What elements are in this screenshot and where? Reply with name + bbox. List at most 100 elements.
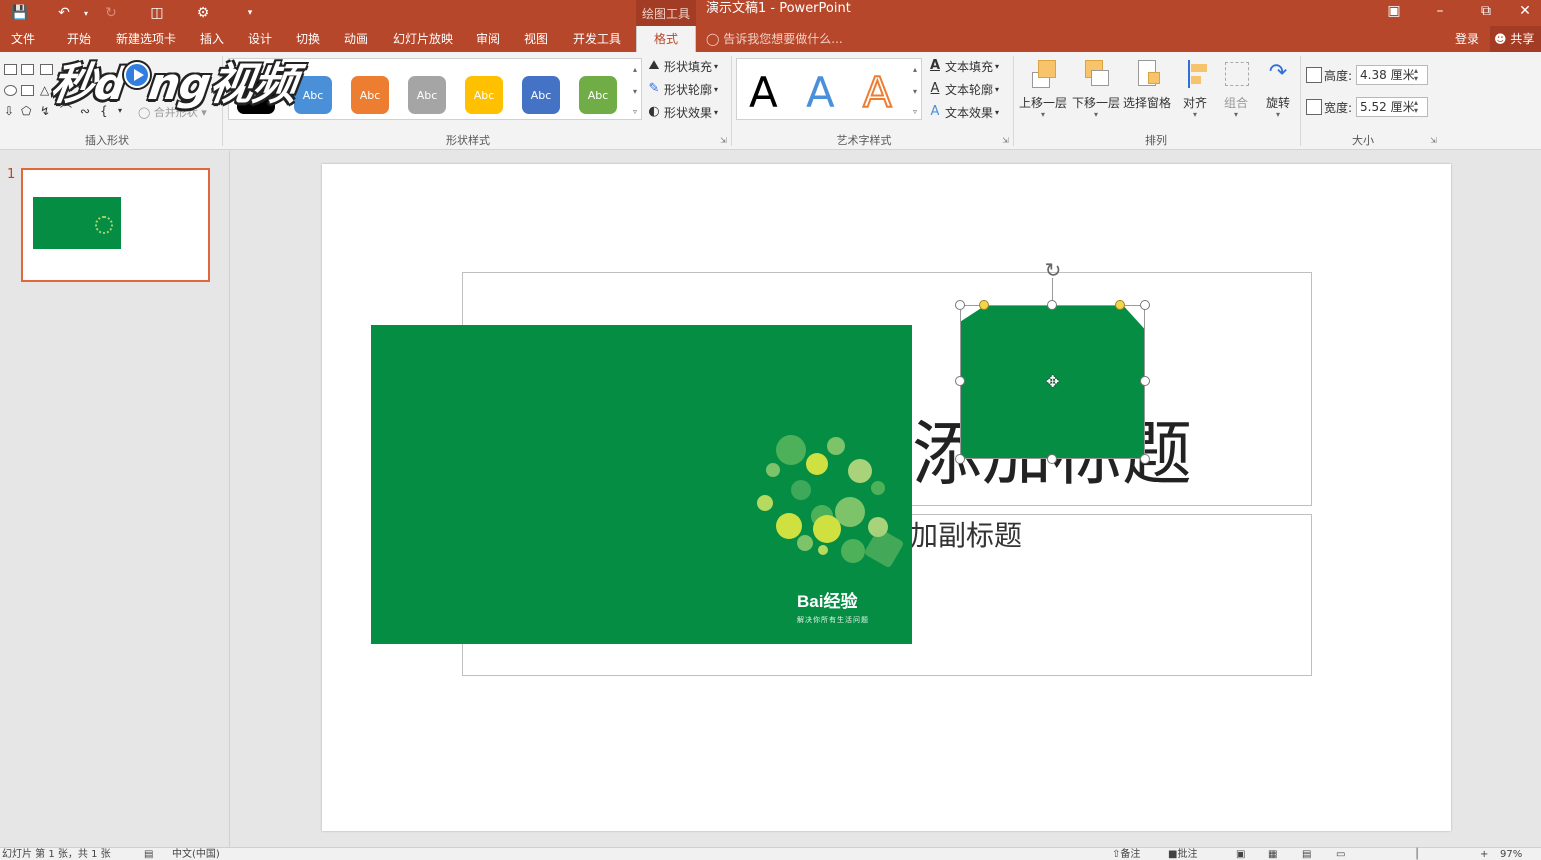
wordart-blue[interactable]: A	[806, 69, 835, 117]
text-effects-button[interactable]: A 文本效果 ▾	[927, 102, 999, 122]
resize-handle-bl[interactable]	[955, 454, 965, 464]
present-icon[interactable]: ◫	[143, 0, 171, 26]
customize-icon[interactable]: ⚙	[189, 0, 217, 26]
zoom-in-icon[interactable]: +	[1480, 848, 1488, 860]
wordart-black[interactable]: A	[749, 69, 778, 117]
restore-icon[interactable]: ⧉	[1463, 0, 1509, 22]
resize-handle-r[interactable]	[1140, 376, 1150, 386]
rotate-button[interactable]: ↷ 旋转 ▾	[1253, 58, 1303, 119]
pentagon-shape-icon[interactable]: ⬠	[21, 105, 34, 117]
notes-button[interactable]: ⇧ 备注	[1112, 848, 1140, 860]
arrow-down-shape-icon[interactable]: ⇩	[4, 105, 17, 117]
text-fill-button[interactable]: A 文本填充 ▾	[927, 56, 999, 76]
resize-handle-t[interactable]	[1047, 300, 1057, 310]
resize-handle-tl[interactable]	[955, 300, 965, 310]
send-backward-button[interactable]: 下移一层 ▾	[1071, 58, 1121, 119]
undo-dropdown-icon[interactable]: ▾	[72, 0, 100, 26]
spellcheck-icon[interactable]: ▤	[144, 848, 153, 860]
dropdown-icon: ▾	[995, 107, 1000, 117]
text-outline-button[interactable]: A 文本轮廓 ▾	[927, 79, 999, 99]
bring-forward-button[interactable]: 上移一层 ▾	[1018, 58, 1068, 119]
shape-outline-button[interactable]: ✎ 形状轮廓 ▾	[646, 79, 718, 99]
ribbon-options-icon[interactable]: ▣	[1371, 0, 1417, 22]
oval-shape-icon[interactable]	[4, 85, 17, 96]
resize-handle-br[interactable]	[1140, 454, 1150, 464]
gallery-down-icon[interactable]: ▾	[629, 87, 641, 96]
height-spinner-icon[interactable]: ▴ ▾	[1414, 67, 1424, 83]
gallery-more-icon[interactable]: ▿	[629, 107, 641, 116]
style-swatch-blue[interactable]: Abc	[294, 76, 332, 114]
share-button[interactable]: ☻ 共享	[1490, 26, 1541, 52]
rect-shape-icon[interactable]	[4, 64, 17, 75]
resize-handle-tr[interactable]	[1140, 300, 1150, 310]
slideshow-view-icon[interactable]: ▭	[1336, 848, 1345, 860]
brand-logo-text: Bai经验	[797, 592, 858, 611]
redo-icon[interactable]: ↻	[97, 0, 125, 26]
tab-slideshow[interactable]: 幻灯片放映	[386, 26, 460, 52]
reading-view-icon[interactable]: ▤	[1302, 848, 1311, 860]
slide-thumbnail[interactable]	[21, 168, 210, 282]
rotate-icon: ↷	[1268, 60, 1288, 85]
style-swatch-green[interactable]: Abc	[579, 76, 617, 114]
height-icon	[1306, 67, 1322, 83]
lightbulb-icon: ◯	[706, 32, 720, 46]
tab-review[interactable]: 审阅	[468, 26, 508, 52]
adjust-handle-right[interactable]	[1115, 300, 1125, 310]
zoom-level[interactable]: 97%	[1500, 848, 1522, 860]
resize-handle-l[interactable]	[955, 376, 965, 386]
arrange-group-label: 排列	[1145, 134, 1167, 147]
text-effects-icon: A	[930, 104, 940, 119]
textbox-shape-icon[interactable]	[21, 64, 34, 75]
size-launcher-icon[interactable]: ⇲	[1430, 136, 1437, 145]
selection-pane-button[interactable]: 选择窗格	[1122, 58, 1172, 111]
tab-view[interactable]: 视图	[516, 26, 556, 52]
subtitle-text[interactable]: 加副标题	[910, 514, 1022, 554]
adjust-handle-left[interactable]	[979, 300, 989, 310]
style-swatch-orange[interactable]: Abc	[351, 76, 389, 114]
tab-file[interactable]: 文件	[0, 26, 46, 52]
wordart-down-icon[interactable]: ▾	[909, 87, 921, 96]
wordart-gallery[interactable]: A A A ▴ ▾ ▿	[736, 58, 922, 120]
send-backward-icon	[1081, 58, 1111, 90]
dropdown-icon: ▾	[714, 84, 719, 94]
slide-canvas[interactable]: 添加标题 加副标题 Bai经验 解决你所有生活问题 ↻ ✥	[322, 164, 1451, 831]
rotate-handle-icon[interactable]: ↻	[1041, 258, 1065, 282]
insert-shapes-group-label: 插入形状	[85, 134, 129, 147]
sorter-view-icon[interactable]: ▦	[1268, 848, 1277, 860]
wordart-launcher-icon[interactable]: ⇲	[1002, 136, 1009, 145]
tab-developer[interactable]: 开发工具	[566, 26, 628, 52]
tell-me-search[interactable]: ◯ 告诉我您想要做什么...	[706, 26, 843, 52]
zoom-slider[interactable]: │	[1414, 848, 1420, 860]
slide-thumbnails-pane: 1	[0, 151, 230, 847]
resize-handle-b[interactable]	[1047, 454, 1057, 464]
style-swatch-darkblue[interactable]: Abc	[522, 76, 560, 114]
vtextbox-shape-icon[interactable]	[40, 64, 53, 75]
person-icon: ☻	[1494, 32, 1507, 46]
save-icon[interactable]: 💾	[6, 0, 34, 26]
shape-styles-launcher-icon[interactable]: ⇲	[720, 136, 727, 145]
tab-animations[interactable]: 动画	[336, 26, 376, 52]
wordart-up-icon[interactable]: ▴	[909, 65, 921, 74]
wordart-group-label: 艺术字样式	[836, 134, 892, 147]
login-link[interactable]: 登录	[1455, 26, 1479, 52]
style-swatch-gray[interactable]: Abc	[408, 76, 446, 114]
rectangle-shape-icon[interactable]	[21, 85, 34, 96]
dropdown-icon: ▾	[1040, 110, 1045, 119]
gallery-up-icon[interactable]: ▴	[629, 65, 641, 74]
shape-fill-button[interactable]: ⛰ 形状填充 ▾	[646, 56, 719, 76]
minimize-icon[interactable]: –	[1417, 0, 1463, 22]
normal-view-icon[interactable]: ▣	[1236, 848, 1245, 860]
language-indicator[interactable]: 中文(中国)	[172, 848, 220, 860]
qa-more-icon[interactable]: ▾	[236, 0, 264, 26]
close-icon[interactable]: ✕	[1509, 0, 1541, 22]
dropdown-icon: ▾	[995, 84, 1000, 94]
width-spinner-icon[interactable]: ▴ ▾	[1414, 99, 1424, 115]
wordart-orange-outline[interactable]: A	[862, 68, 893, 118]
shape-effects-button[interactable]: ◐ 形状效果 ▾	[646, 102, 718, 122]
style-swatch-gold[interactable]: Abc	[465, 76, 503, 114]
tab-format[interactable]: 格式	[636, 26, 696, 52]
play-icon	[124, 62, 150, 88]
wordart-more-icon[interactable]: ▿	[909, 107, 921, 116]
baidu-jingyan-image[interactable]: Bai经验 解决你所有生活问题	[371, 325, 912, 644]
comments-button[interactable]: ■ 批注	[1168, 848, 1197, 860]
